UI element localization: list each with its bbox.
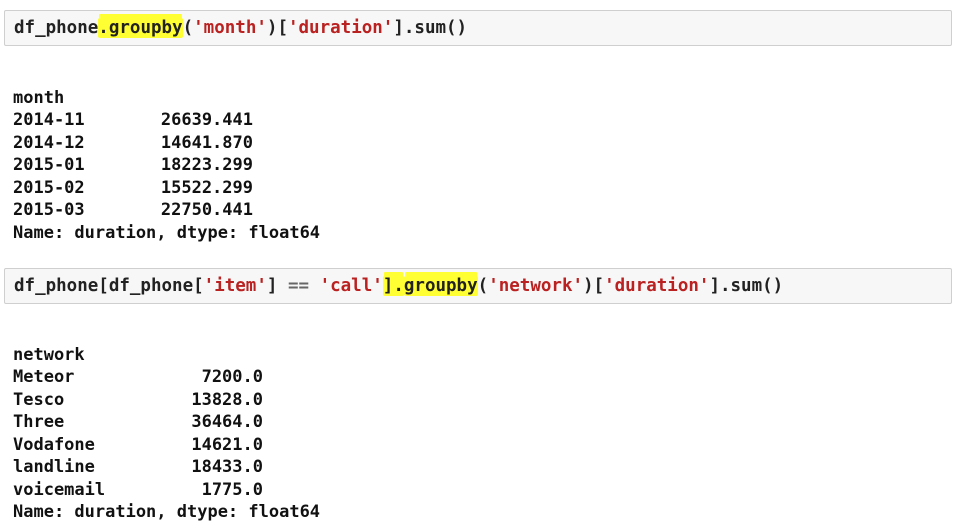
row-value: 18223.299 [160,155,253,175]
row-key: 2014-12 [13,132,85,153]
series-row: Vodafone 14621.0 [13,434,320,457]
row-value: 14641.870 [160,132,253,153]
row-key: Meteor [13,367,75,387]
row-key: 2015-01 [13,155,85,175]
code-token: )[ [583,276,605,296]
series-row: 2015-02 15522.299 [13,177,320,200]
row-value: 18433.0 [191,457,263,477]
code-string: 'month' [193,18,267,38]
code-token: ].sum() [709,276,784,296]
series-row: 2015-03 22750.441 [13,199,320,222]
index-name: network [13,344,85,365]
series-row: Tesco 13828.0 [13,389,320,412]
row-key: Tesco [13,389,65,410]
row-value: 13828.0 [191,389,263,410]
code-string: 'duration' [287,18,394,38]
row-key: voicemail [13,479,106,500]
row-value: 15522.299 [160,177,253,198]
code-token: ].sum() [393,18,468,38]
code-cell-2-output: network Meteor 7200.0 Tesco 13828.0 Three 3646… [13,321,320,524]
code-operator: == [287,276,310,296]
index-name: month [13,87,65,108]
row-key: 2015-02 [13,177,85,198]
series-row: 2014-12 14641.870 [13,132,320,155]
row-key: 2015-03 [13,200,85,220]
code-cell-1-output: month 2014-11 26639.441 2014-12 14641.870 201… [13,64,320,244]
code-string: 'network' [488,276,584,296]
series-row: 2015-01 18223.299 [13,154,320,177]
series-row: Meteor 7200.0 [13,366,320,389]
row-value: 36464.0 [191,412,263,432]
code-token: )[ [266,18,288,38]
series-row: landline 18433.0 [13,456,320,479]
row-value: 7200.0 [201,367,263,387]
row-value: 1775.0 [201,479,263,500]
row-key: Three [13,412,65,432]
row-value: 26639.441 [160,110,253,130]
highlighted-dot: ]. [382,276,404,296]
series-row: Three 36464.0 [13,411,320,434]
code-string: 'call' [319,276,383,296]
row-key: landline [13,457,95,477]
code-cell-2-input[interactable]: df_phone[df_phone['item'] == 'call']. gro… [4,268,952,304]
code-token: ( [182,18,194,38]
row-key: Vodafone [13,434,95,455]
series-row: 2014-11 26639.441 [13,109,320,132]
row-key: 2014-11 [13,110,85,130]
code-token: ( [477,276,489,296]
code-cell-1-input[interactable]: df_phone .groupby('month')['duration'].su… [4,10,952,46]
code-token: df_phone[df_phone[ [14,276,204,296]
row-value: 22750.441 [160,200,253,220]
code-token: ] [266,276,288,296]
code-string: 'duration' [604,276,710,296]
row-value: 14621.0 [191,434,263,455]
code-string: 'item' [203,276,267,296]
series-footer: Name: duration, dtype: float64 [13,502,321,522]
highlighted-groupby: .groupby [98,18,183,38]
highlighted-groupby: groupby [403,276,478,296]
code-token: df_phone [14,18,99,38]
series-footer: Name: duration, dtype: float64 [13,222,321,243]
series-row: voicemail 1775.0 [13,479,320,502]
